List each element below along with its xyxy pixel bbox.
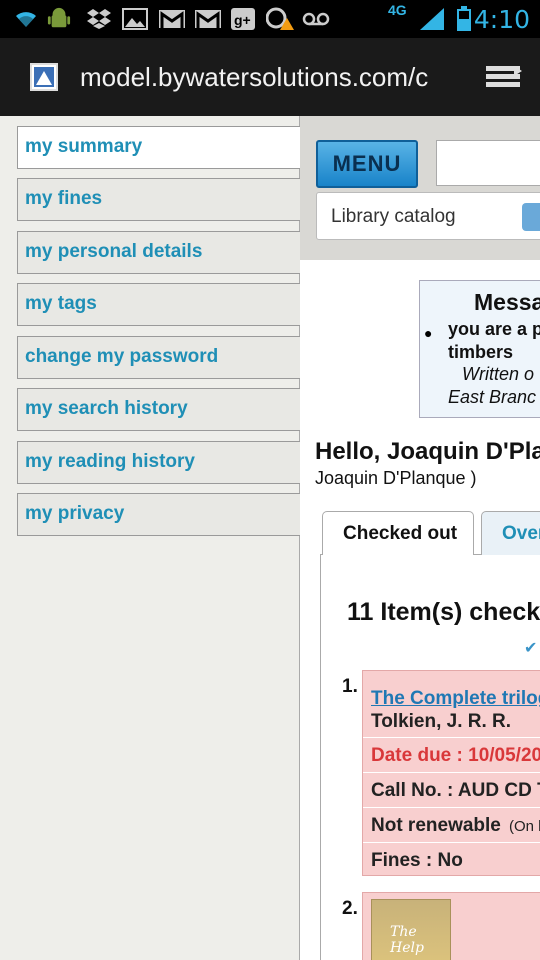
- wifi-icon: [16, 12, 36, 27]
- book-cover-image[interactable]: The Help: [371, 899, 451, 960]
- user-name: Joaquin D'Planque ): [315, 468, 477, 488]
- sidebar-item-my-fines[interactable]: my fines: [17, 178, 300, 221]
- url-field[interactable]: model.bywatersolutions.com/c: [80, 62, 460, 93]
- search-input[interactable]: [436, 140, 540, 186]
- network-type-label: 4G: [388, 2, 407, 18]
- sidebar-item-change-my-password[interactable]: change my password: [17, 336, 300, 379]
- sidebar-item-my-privacy[interactable]: my privacy: [17, 493, 300, 536]
- messages-box: Messa ● you are a p timbers Written o Ea…: [419, 280, 540, 418]
- browser-toolbar: model.bywatersolutions.com/c: [0, 38, 540, 116]
- date-due: Date due : 10/05/20: [371, 745, 540, 766]
- svg-text:g+: g+: [234, 12, 251, 28]
- gmail-icon: [159, 10, 185, 28]
- fines: Fines : No: [371, 850, 463, 871]
- message-branch: East Branc: [448, 387, 537, 407]
- item-title-link[interactable]: The Complete trilog: [371, 688, 540, 710]
- fines-cell: Fines : No: [363, 842, 540, 877]
- sidebar-item-label: my fines: [25, 188, 103, 209]
- sidebar-item-my-personal-details[interactable]: my personal details: [17, 231, 300, 274]
- sidebar-item-label: my personal details: [25, 241, 203, 262]
- sidebar-item-my-summary[interactable]: my summary: [17, 126, 300, 169]
- sidebar-item-label: change my password: [25, 346, 219, 367]
- message-text: timbers: [448, 342, 514, 362]
- tab-label: Checked out: [343, 523, 458, 544]
- item-number: 2.: [342, 898, 358, 919]
- sidebar-item-label: my tags: [25, 293, 97, 314]
- renewable-note: (On h: [509, 818, 540, 835]
- tab-checked-out[interactable]: Checked out: [322, 511, 474, 555]
- call-number-cell: Call No. : AUD CD T: [363, 772, 540, 807]
- voicemail-icon: [302, 12, 330, 26]
- cover-text: The Help: [390, 924, 424, 956]
- clock: 4:10: [473, 5, 530, 34]
- download-warning-icon: [266, 7, 294, 30]
- tab-overdue[interactable]: Over: [481, 511, 540, 555]
- message-text: you are a p: [448, 319, 540, 339]
- renewable-status: Not renewable: [371, 815, 501, 836]
- signal-icon: [420, 8, 444, 30]
- sidebar-item-label: my privacy: [25, 503, 125, 524]
- chevron-down-icon: [522, 203, 540, 231]
- bullet-icon: ●: [424, 325, 433, 341]
- account-sidebar: my summary my fines my personal details …: [0, 116, 300, 960]
- tabs-icon[interactable]: [484, 64, 524, 92]
- google-plus-icon: g+: [231, 8, 255, 30]
- item-number: 1.: [342, 676, 358, 697]
- date-due-cell: Date due : 10/05/20: [363, 737, 540, 772]
- list-item: The Help: [362, 892, 540, 960]
- site-favicon-icon[interactable]: [30, 63, 58, 91]
- main-content: MENU Library catalog Messa ● you are a p…: [300, 116, 540, 960]
- renew-cell: Not renewable (On h: [363, 807, 540, 842]
- message-author: Written o: [462, 364, 535, 384]
- gallery-icon: [122, 8, 148, 30]
- sidebar-item-my-reading-history[interactable]: my reading history: [17, 441, 300, 484]
- tab-label: Over: [502, 523, 540, 544]
- greeting-heading: Hello, Joaquin D'Pla: [315, 438, 540, 465]
- menu-button[interactable]: MENU: [316, 140, 418, 188]
- checked-out-count: 11 Item(s) check: [347, 598, 540, 626]
- checkmark-icon: ✔: [524, 640, 538, 657]
- sidebar-item-label: my reading history: [25, 451, 195, 472]
- android-icon: [47, 7, 71, 28]
- sidebar-item-label: my search history: [25, 398, 188, 419]
- call-number: Call No. : AUD CD T: [371, 780, 540, 801]
- gmail-icon: [195, 10, 221, 28]
- catalog-select[interactable]: Library catalog: [316, 192, 540, 240]
- dropbox-icon: [87, 9, 111, 29]
- sidebar-item-my-search-history[interactable]: my search history: [17, 388, 300, 431]
- messages-title: Messa: [474, 289, 540, 315]
- item-author: Tolkien, J. R. R.: [371, 711, 512, 732]
- status-bar: g+ 4G 4:10: [0, 0, 540, 38]
- sidebar-item-my-tags[interactable]: my tags: [17, 283, 300, 326]
- sidebar-item-label: my summary: [25, 136, 143, 157]
- catalog-select-value: Library catalog: [331, 206, 456, 227]
- list-item: The Complete trilog Tolkien, J. R. R. Da…: [362, 670, 540, 876]
- battery-icon: [457, 6, 471, 31]
